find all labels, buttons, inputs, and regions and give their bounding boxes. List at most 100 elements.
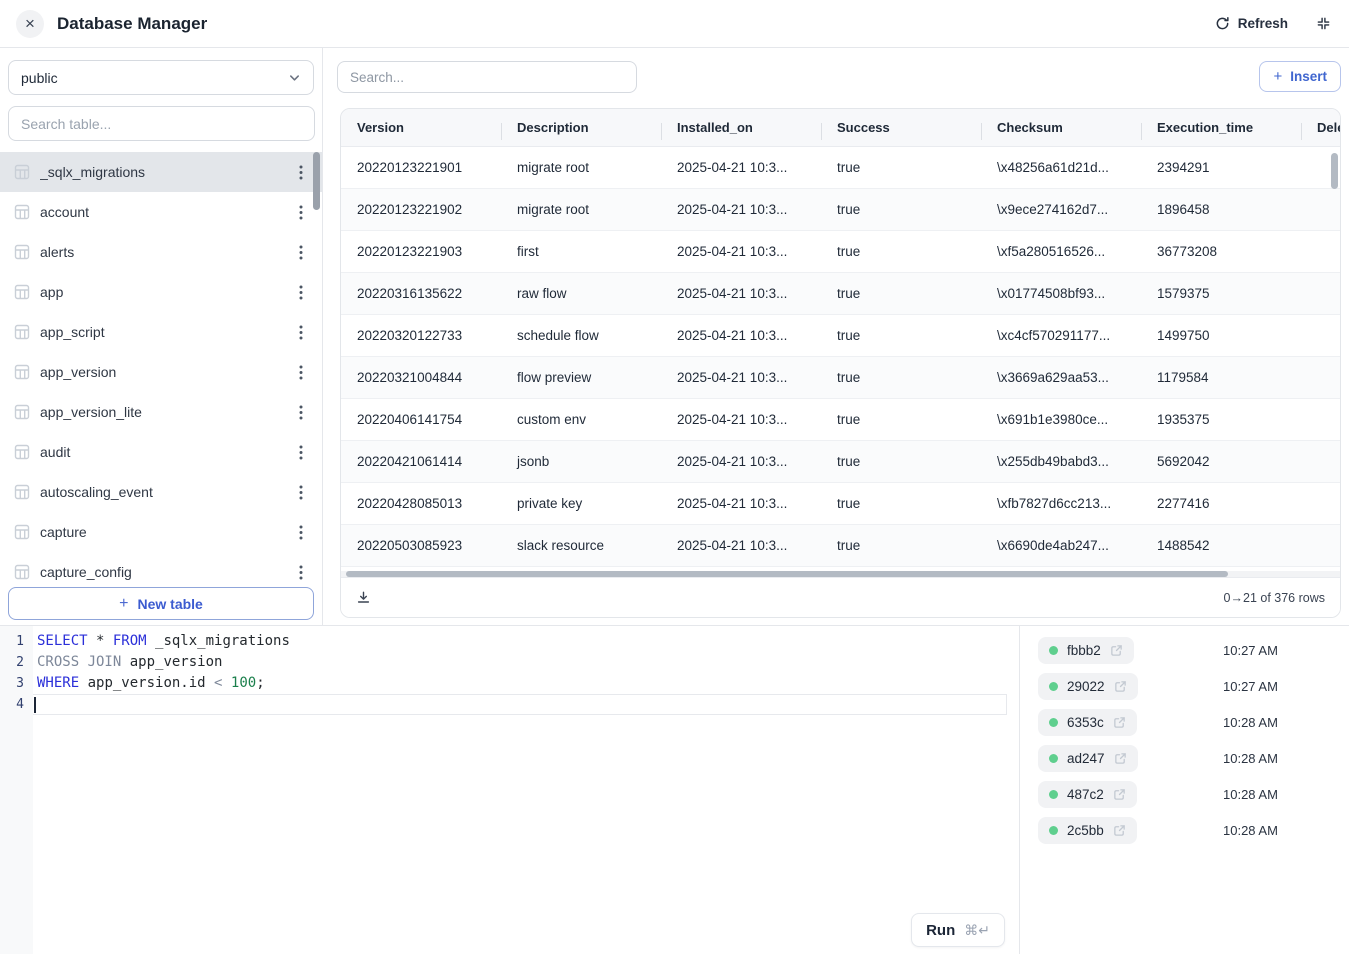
table-row[interactable]: 20220123221902migrate root2025-04-21 10:… xyxy=(341,189,1340,231)
column-header[interactable]: Dele xyxy=(1301,120,1341,135)
table-cell[interactable]: 1499750 xyxy=(1141,328,1301,343)
external-link-icon[interactable] xyxy=(1114,752,1127,765)
history-chip[interactable]: 487c2 xyxy=(1038,781,1137,808)
table-row[interactable]: 20220320122733schedule flow2025-04-21 10… xyxy=(341,315,1340,357)
kebab-menu-icon[interactable] xyxy=(290,401,312,423)
table-cell[interactable]: true xyxy=(821,202,981,217)
kebab-menu-icon[interactable] xyxy=(290,201,312,223)
table-cell[interactable]: \x6690de4ab247... xyxy=(981,538,1141,553)
table-row[interactable]: 20220321004844flow preview2025-04-21 10:… xyxy=(341,357,1340,399)
sql-editor[interactable]: 1234 SELECT * FROM _sqlx_migrationsCROSS… xyxy=(0,626,1020,954)
external-link-icon[interactable] xyxy=(1113,824,1126,837)
history-chip[interactable]: 2c5bb xyxy=(1038,817,1137,844)
table-list-item[interactable]: app xyxy=(0,272,322,312)
code-line[interactable] xyxy=(33,694,1007,715)
table-row[interactable]: 20220503085923slack resource2025-04-21 1… xyxy=(341,525,1340,567)
table-cell[interactable]: 20220123221902 xyxy=(341,202,501,217)
table-cell[interactable]: true xyxy=(821,538,981,553)
column-header[interactable]: Description xyxy=(501,120,661,135)
external-link-icon[interactable] xyxy=(1110,644,1123,657)
table-cell[interactable]: schedule flow xyxy=(501,328,661,343)
kebab-menu-icon[interactable] xyxy=(290,561,312,583)
table-cell[interactable]: migrate root xyxy=(501,160,661,175)
table-cell[interactable]: true xyxy=(821,328,981,343)
table-list-item[interactable]: _sqlx_migrations xyxy=(0,152,322,192)
schema-select[interactable]: public xyxy=(8,60,314,95)
table-cell[interactable]: 2025-04-21 10:3... xyxy=(661,202,821,217)
table-cell[interactable]: \x01774508bf93... xyxy=(981,286,1141,301)
code-area[interactable]: SELECT * FROM _sqlx_migrationsCROSS JOIN… xyxy=(33,626,1019,715)
table-cell[interactable]: private key xyxy=(501,496,661,511)
kebab-menu-icon[interactable] xyxy=(290,161,312,183)
table-cell[interactable]: 2025-04-21 10:3... xyxy=(661,538,821,553)
column-header[interactable]: Success xyxy=(821,120,981,135)
table-cell[interactable]: first xyxy=(501,244,661,259)
table-search-input[interactable] xyxy=(8,106,315,141)
table-row[interactable]: 20220406141754custom env2025-04-21 10:3.… xyxy=(341,399,1340,441)
table-cell[interactable]: 2025-04-21 10:3... xyxy=(661,370,821,385)
table-list-item[interactable]: app_version_lite xyxy=(0,392,322,432)
table-list-item[interactable]: account xyxy=(0,192,322,232)
table-cell[interactable]: 20220503085923 xyxy=(341,538,501,553)
sidebar-scrollbar[interactable] xyxy=(313,152,320,210)
table-cell[interactable]: 20220320122733 xyxy=(341,328,501,343)
table-cell[interactable]: flow preview xyxy=(501,370,661,385)
table-list-item[interactable]: app_script xyxy=(0,312,322,352)
history-chip[interactable]: fbbb2 xyxy=(1038,637,1134,664)
table-list-item[interactable]: app_version xyxy=(0,352,322,392)
table-list-item[interactable]: capture xyxy=(0,512,322,552)
table-cell[interactable]: 2277416 xyxy=(1141,496,1301,511)
history-chip[interactable]: ad247 xyxy=(1038,745,1138,772)
table-cell[interactable]: true xyxy=(821,160,981,175)
table-cell[interactable]: 5692042 xyxy=(1141,454,1301,469)
table-cell[interactable]: true xyxy=(821,244,981,259)
table-cell[interactable]: \x48256a61d21d... xyxy=(981,160,1141,175)
insert-button[interactable]: + Insert xyxy=(1259,61,1341,92)
table-cell[interactable]: \x691b1e3980ce... xyxy=(981,412,1141,427)
table-row[interactable]: 20220421061414jsonb2025-04-21 10:3...tru… xyxy=(341,441,1340,483)
table-cell[interactable]: 20220123221903 xyxy=(341,244,501,259)
kebab-menu-icon[interactable] xyxy=(290,241,312,263)
download-button[interactable] xyxy=(356,590,371,605)
table-list-item[interactable]: capture_config xyxy=(0,552,322,589)
table-cell[interactable]: \xc4cf570291177... xyxy=(981,328,1141,343)
table-cell[interactable]: 2025-04-21 10:3... xyxy=(661,496,821,511)
refresh-button[interactable]: Refresh xyxy=(1215,16,1288,31)
table-cell[interactable]: true xyxy=(821,370,981,385)
table-row[interactable]: 20220316135622raw flow2025-04-21 10:3...… xyxy=(341,273,1340,315)
table-cell[interactable]: \x9ece274162d7... xyxy=(981,202,1141,217)
column-header[interactable]: Checksum xyxy=(981,120,1141,135)
rows-search-input[interactable] xyxy=(337,61,637,93)
table-cell[interactable]: 2025-04-21 10:3... xyxy=(661,160,821,175)
new-table-button[interactable]: + New table xyxy=(8,587,314,620)
code-line[interactable]: WHERE app_version.id < 100; xyxy=(33,673,1019,694)
kebab-menu-icon[interactable] xyxy=(290,441,312,463)
table-list-item[interactable]: alerts xyxy=(0,232,322,272)
table-cell[interactable]: 2025-04-21 10:3... xyxy=(661,412,821,427)
table-cell[interactable]: raw flow xyxy=(501,286,661,301)
external-link-icon[interactable] xyxy=(1113,716,1126,729)
table-cell[interactable]: 1579375 xyxy=(1141,286,1301,301)
table-cell[interactable]: 20220421061414 xyxy=(341,454,501,469)
kebab-menu-icon[interactable] xyxy=(290,321,312,343)
table-cell[interactable]: 36773208 xyxy=(1141,244,1301,259)
close-button[interactable]: × xyxy=(16,10,44,38)
kebab-menu-icon[interactable] xyxy=(290,481,312,503)
table-cell[interactable]: 1179584 xyxy=(1141,370,1301,385)
table-cell[interactable]: true xyxy=(821,496,981,511)
external-link-icon[interactable] xyxy=(1113,788,1126,801)
table-cell[interactable]: 2025-04-21 10:3... xyxy=(661,328,821,343)
table-cell[interactable]: \xf5a280516526... xyxy=(981,244,1141,259)
table-cell[interactable]: 2394291 xyxy=(1141,160,1301,175)
table-cell[interactable]: 2025-04-21 10:3... xyxy=(661,244,821,259)
external-link-icon[interactable] xyxy=(1114,680,1127,693)
code-line[interactable]: CROSS JOIN app_version xyxy=(33,652,1019,673)
table-cell[interactable]: \x3669a629aa53... xyxy=(981,370,1141,385)
table-cell[interactable]: jsonb xyxy=(501,454,661,469)
table-cell[interactable]: 1935375 xyxy=(1141,412,1301,427)
table-cell[interactable]: 20220406141754 xyxy=(341,412,501,427)
table-cell[interactable]: migrate root xyxy=(501,202,661,217)
kebab-menu-icon[interactable] xyxy=(290,521,312,543)
kebab-menu-icon[interactable] xyxy=(290,281,312,303)
kebab-menu-icon[interactable] xyxy=(290,361,312,383)
